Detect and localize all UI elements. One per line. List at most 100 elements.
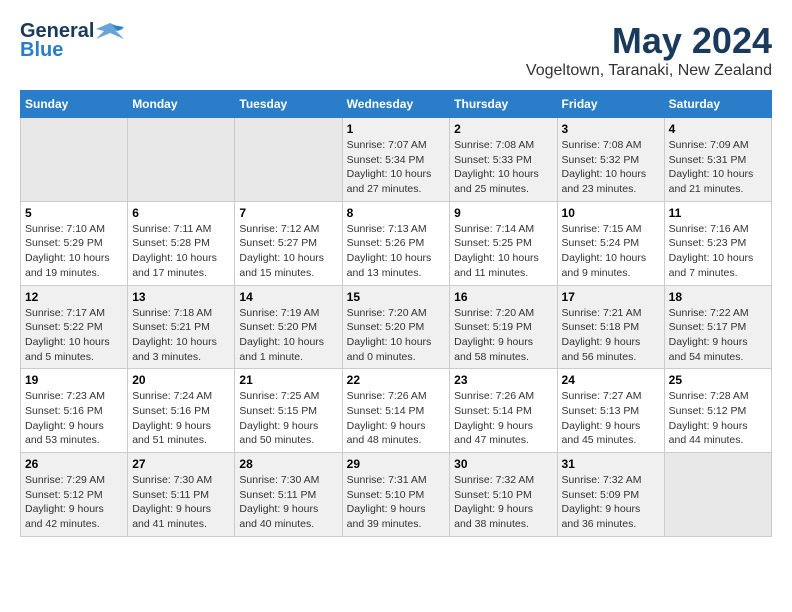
- calendar-week-row: 12 Sunrise: 7:17 AMSunset: 5:22 PMDayligh…: [21, 285, 772, 369]
- day-info: Sunrise: 7:19 AMSunset: 5:20 PMDaylight:…: [239, 306, 337, 365]
- calendar-cell: 27 Sunrise: 7:30 AMSunset: 5:11 PMDayligh…: [128, 453, 235, 537]
- day-number: 8: [347, 206, 446, 220]
- day-info: Sunrise: 7:26 AMSunset: 5:14 PMDaylight:…: [454, 389, 552, 448]
- col-header-sunday: Sunday: [21, 91, 128, 118]
- day-number: 25: [669, 373, 767, 387]
- calendar-cell: 13 Sunrise: 7:18 AMSunset: 5:21 PMDayligh…: [128, 285, 235, 369]
- day-number: 17: [562, 290, 660, 304]
- day-number: 4: [669, 122, 767, 136]
- calendar-cell: 21 Sunrise: 7:25 AMSunset: 5:15 PMDayligh…: [235, 369, 342, 453]
- day-info: Sunrise: 7:25 AMSunset: 5:15 PMDaylight:…: [239, 389, 337, 448]
- calendar-header-row: SundayMondayTuesdayWednesdayThursdayFrid…: [21, 91, 772, 118]
- calendar-cell: 1Sunrise: 7:07 AMSunset: 5:34 PMDaylight…: [342, 118, 450, 202]
- calendar-cell: [21, 118, 128, 202]
- calendar-cell: [664, 453, 771, 537]
- day-number: 12: [25, 290, 123, 304]
- calendar-cell: 2 Sunrise: 7:08 AMSunset: 5:33 PMDaylight…: [450, 118, 557, 202]
- day-number: 28: [239, 457, 337, 471]
- calendar-cell: 22Sunrise: 7:26 AMSunset: 5:14 PMDayligh…: [342, 369, 450, 453]
- calendar-table: SundayMondayTuesdayWednesdayThursdayFrid…: [20, 90, 772, 537]
- day-number: 13: [132, 290, 230, 304]
- day-number: 14: [239, 290, 337, 304]
- calendar-cell: 30Sunrise: 7:32 AMSunset: 5:10 PMDayligh…: [450, 453, 557, 537]
- day-number: 6: [132, 206, 230, 220]
- day-number: 9: [454, 206, 552, 220]
- day-info: Sunrise: 7:07 AMSunset: 5:34 PMDaylight:…: [347, 138, 446, 197]
- calendar-cell: 3Sunrise: 7:08 AMSunset: 5:32 PMDaylight…: [557, 118, 664, 202]
- day-info: Sunrise: 7:28 AMSunset: 5:12 PMDaylight:…: [669, 389, 767, 448]
- day-number: 19: [25, 373, 123, 387]
- day-info: Sunrise: 7:14 AMSunset: 5:25 PMDaylight:…: [454, 222, 552, 281]
- calendar-cell: 19Sunrise: 7:23 AMSunset: 5:16 PMDayligh…: [21, 369, 128, 453]
- calendar-week-row: 19Sunrise: 7:23 AMSunset: 5:16 PMDayligh…: [21, 369, 772, 453]
- calendar-cell: 18Sunrise: 7:22 AMSunset: 5:17 PMDayligh…: [664, 285, 771, 369]
- day-info: Sunrise: 7:11 AMSunset: 5:28 PMDaylight:…: [132, 222, 230, 281]
- day-info: Sunrise: 7:31 AMSunset: 5:10 PMDaylight:…: [347, 473, 446, 532]
- calendar-cell: 6 Sunrise: 7:11 AMSunset: 5:28 PMDaylight…: [128, 201, 235, 285]
- col-header-tuesday: Tuesday: [235, 91, 342, 118]
- calendar-cell: 23Sunrise: 7:26 AMSunset: 5:14 PMDayligh…: [450, 369, 557, 453]
- day-number: 16: [454, 290, 552, 304]
- calendar-cell: 10 Sunrise: 7:15 AMSunset: 5:24 PMDayligh…: [557, 201, 664, 285]
- logo: General Blue: [20, 20, 124, 62]
- day-number: 2: [454, 122, 552, 136]
- calendar-cell: 24Sunrise: 7:27 AMSunset: 5:13 PMDayligh…: [557, 369, 664, 453]
- calendar-cell: 29 Sunrise: 7:31 AMSunset: 5:10 PMDayligh…: [342, 453, 450, 537]
- day-info: Sunrise: 7:18 AMSunset: 5:21 PMDaylight:…: [132, 306, 230, 365]
- calendar-cell: 11 Sunrise: 7:16 AMSunset: 5:23 PMDayligh…: [664, 201, 771, 285]
- day-number: 15: [347, 290, 446, 304]
- day-number: 26: [25, 457, 123, 471]
- day-info: Sunrise: 7:30 AMSunset: 5:11 PMDaylight:…: [132, 473, 230, 532]
- calendar-cell: 16 Sunrise: 7:20 AMSunset: 5:19 PMDayligh…: [450, 285, 557, 369]
- col-header-monday: Monday: [128, 91, 235, 118]
- col-header-thursday: Thursday: [450, 91, 557, 118]
- day-number: 20: [132, 373, 230, 387]
- col-header-saturday: Saturday: [664, 91, 771, 118]
- day-info: Sunrise: 7:13 AMSunset: 5:26 PMDaylight:…: [347, 222, 446, 281]
- calendar-cell: 14 Sunrise: 7:19 AMSunset: 5:20 PMDayligh…: [235, 285, 342, 369]
- calendar-cell: [128, 118, 235, 202]
- calendar-cell: 17Sunrise: 7:21 AMSunset: 5:18 PMDayligh…: [557, 285, 664, 369]
- location: Vogeltown, Taranaki, New Zealand: [526, 62, 772, 80]
- day-info: Sunrise: 7:15 AMSunset: 5:24 PMDaylight:…: [562, 222, 660, 281]
- day-number: 10: [562, 206, 660, 220]
- calendar-cell: 28 Sunrise: 7:30 AMSunset: 5:11 PMDayligh…: [235, 453, 342, 537]
- day-number: 5: [25, 206, 123, 220]
- day-number: 18: [669, 290, 767, 304]
- calendar-week-row: 1Sunrise: 7:07 AMSunset: 5:34 PMDaylight…: [21, 118, 772, 202]
- day-info: Sunrise: 7:09 AMSunset: 5:31 PMDaylight:…: [669, 138, 767, 197]
- day-info: Sunrise: 7:32 AMSunset: 5:10 PMDaylight:…: [454, 473, 552, 532]
- day-number: 27: [132, 457, 230, 471]
- calendar-cell: 8 Sunrise: 7:13 AMSunset: 5:26 PMDaylight…: [342, 201, 450, 285]
- logo-bird-icon: [96, 21, 124, 43]
- day-info: Sunrise: 7:08 AMSunset: 5:33 PMDaylight:…: [454, 138, 552, 197]
- day-number: 11: [669, 206, 767, 220]
- day-info: Sunrise: 7:24 AMSunset: 5:16 PMDaylight:…: [132, 389, 230, 448]
- day-number: 31: [562, 457, 660, 471]
- day-number: 21: [239, 373, 337, 387]
- day-number: 24: [562, 373, 660, 387]
- logo-blue-text: Blue: [20, 39, 63, 62]
- day-info: Sunrise: 7:12 AMSunset: 5:27 PMDaylight:…: [239, 222, 337, 281]
- day-number: 29: [347, 457, 446, 471]
- calendar-cell: 31Sunrise: 7:32 AMSunset: 5:09 PMDayligh…: [557, 453, 664, 537]
- day-info: Sunrise: 7:30 AMSunset: 5:11 PMDaylight:…: [239, 473, 337, 532]
- calendar-week-row: 5 Sunrise: 7:10 AMSunset: 5:29 PMDaylight…: [21, 201, 772, 285]
- calendar-cell: 7Sunrise: 7:12 AMSunset: 5:27 PMDaylight…: [235, 201, 342, 285]
- day-info: Sunrise: 7:16 AMSunset: 5:23 PMDaylight:…: [669, 222, 767, 281]
- col-header-wednesday: Wednesday: [342, 91, 450, 118]
- day-info: Sunrise: 7:10 AMSunset: 5:29 PMDaylight:…: [25, 222, 123, 281]
- day-info: Sunrise: 7:26 AMSunset: 5:14 PMDaylight:…: [347, 389, 446, 448]
- calendar-cell: 4 Sunrise: 7:09 AMSunset: 5:31 PMDaylight…: [664, 118, 771, 202]
- calendar-week-row: 26 Sunrise: 7:29 AMSunset: 5:12 PMDayligh…: [21, 453, 772, 537]
- day-info: Sunrise: 7:17 AMSunset: 5:22 PMDaylight:…: [25, 306, 123, 365]
- col-header-friday: Friday: [557, 91, 664, 118]
- title-block: May 2024 Vogeltown, Taranaki, New Zealan…: [526, 20, 772, 80]
- page-header: General Blue May 2024 Vogeltown, Taranak…: [20, 20, 772, 80]
- day-info: Sunrise: 7:20 AMSunset: 5:20 PMDaylight:…: [347, 306, 446, 365]
- day-info: Sunrise: 7:29 AMSunset: 5:12 PMDaylight:…: [25, 473, 123, 532]
- calendar-cell: 5 Sunrise: 7:10 AMSunset: 5:29 PMDaylight…: [21, 201, 128, 285]
- calendar-cell: 25 Sunrise: 7:28 AMSunset: 5:12 PMDayligh…: [664, 369, 771, 453]
- calendar-cell: 20 Sunrise: 7:24 AMSunset: 5:16 PMDayligh…: [128, 369, 235, 453]
- day-info: Sunrise: 7:20 AMSunset: 5:19 PMDaylight:…: [454, 306, 552, 365]
